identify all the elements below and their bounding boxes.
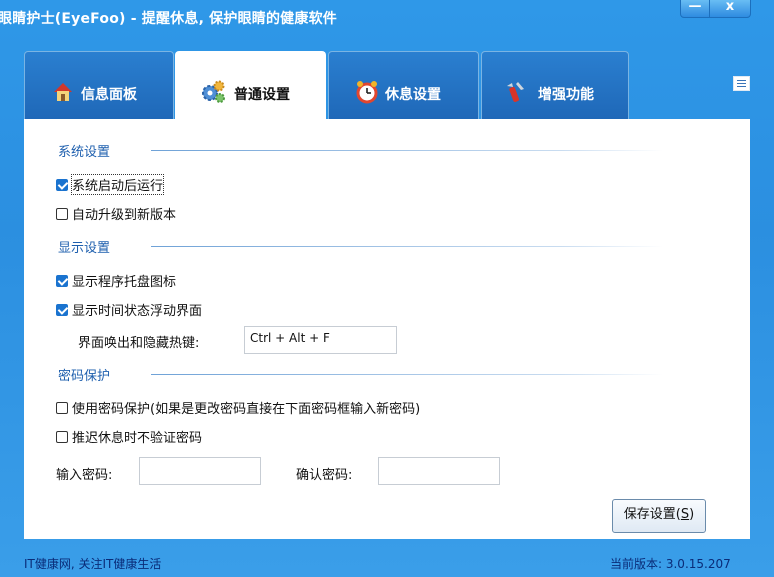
- section-title-display: 显示设置: [58, 241, 111, 256]
- tab-label: 增强功能: [538, 87, 594, 103]
- section-divider: [151, 246, 663, 247]
- gears-icon: [200, 80, 225, 104]
- checkbox-run-at-startup[interactable]: 系统启动后运行: [56, 174, 165, 195]
- house-icon: [51, 80, 75, 104]
- checkbox-checked[interactable]: [56, 274, 68, 287]
- tab-label: 休息设置: [385, 87, 441, 103]
- hotkey-label: 界面唤出和隐藏热键:: [78, 336, 200, 351]
- tab-rest-settings[interactable]: 休息设置: [328, 51, 479, 119]
- checkbox-label: 系统启动后运行: [70, 174, 165, 195]
- footer-link[interactable]: IT健康网, 关注IT健康生活: [24, 555, 161, 572]
- checkbox-label: 推迟休息时不验证密码: [72, 431, 203, 446]
- password-input[interactable]: [139, 457, 261, 485]
- window-title: 眼睛护士(EyeFoo) - 提醒休息, 保护眼睛的健康软件: [0, 11, 337, 27]
- checkbox-label: 使用密码保护(如果是更改密码直接在下面密码框输入新密码): [72, 402, 421, 417]
- tab-label: 信息面板: [81, 87, 137, 103]
- app-window: 眼睛护士(EyeFoo) - 提醒休息, 保护眼睛的健康软件 — x 信息面板 …: [0, 0, 774, 577]
- title-bar[interactable]: 眼睛护士(EyeFoo) - 提醒休息, 保护眼睛的健康软件 — x: [0, 0, 774, 34]
- save-settings-button[interactable]: 保存设置(S): [612, 499, 706, 533]
- menu-icon[interactable]: [733, 76, 750, 91]
- tab-general-settings[interactable]: 普通设置: [175, 51, 326, 121]
- checkbox-unchecked[interactable]: [56, 207, 68, 220]
- tab-label: 普通设置: [234, 87, 290, 103]
- save-button-close: ): [689, 507, 695, 522]
- minimize-button[interactable]: —: [680, 0, 710, 18]
- alarm-clock-icon: [355, 80, 379, 104]
- hotkey-field[interactable]: Ctrl + Alt + F: [244, 326, 397, 354]
- checkbox-checked[interactable]: [56, 303, 68, 316]
- save-button-text: 保存设置(: [623, 507, 681, 522]
- close-button[interactable]: x: [709, 0, 751, 18]
- checkbox-label: 显示程序托盘图标: [72, 275, 177, 290]
- checkbox-use-password[interactable]: 使用密码保护(如果是更改密码直接在下面密码框输入新密码): [56, 398, 420, 417]
- checkbox-checked[interactable]: [56, 178, 68, 191]
- checkbox-unchecked[interactable]: [56, 430, 68, 443]
- checkbox-show-tray-icon[interactable]: 显示程序托盘图标: [56, 271, 176, 290]
- checkbox-label: 显示时间状态浮动界面: [72, 304, 203, 319]
- checkbox-unchecked[interactable]: [56, 401, 68, 414]
- section-title-password: 密码保护: [58, 369, 111, 384]
- confirm-password-input[interactable]: [378, 457, 500, 485]
- checkbox-label: 自动升级到新版本: [72, 208, 177, 223]
- version-label: 当前版本: 3.0.15.207: [610, 557, 731, 571]
- confirm-password-label: 确认密码:: [296, 468, 353, 483]
- settings-panel: 系统设置 系统启动后运行 自动升级到新版本 显示设置 显示程序托盘图标 显示时间…: [24, 119, 750, 539]
- checkbox-skip-password-on-delay[interactable]: 推迟休息时不验证密码: [56, 427, 202, 446]
- section-divider: [151, 150, 663, 151]
- password-label: 输入密码:: [56, 468, 113, 483]
- tab-enhanced-features[interactable]: 增强功能: [481, 51, 629, 119]
- section-divider: [151, 374, 663, 375]
- multitool-icon: [504, 80, 528, 104]
- checkbox-auto-update[interactable]: 自动升级到新版本: [56, 204, 176, 223]
- save-button-accelerator: S: [680, 507, 690, 522]
- section-title-system: 系统设置: [58, 145, 111, 160]
- checkbox-show-floating-status[interactable]: 显示时间状态浮动界面: [56, 300, 202, 319]
- tab-info-panel[interactable]: 信息面板: [24, 51, 174, 119]
